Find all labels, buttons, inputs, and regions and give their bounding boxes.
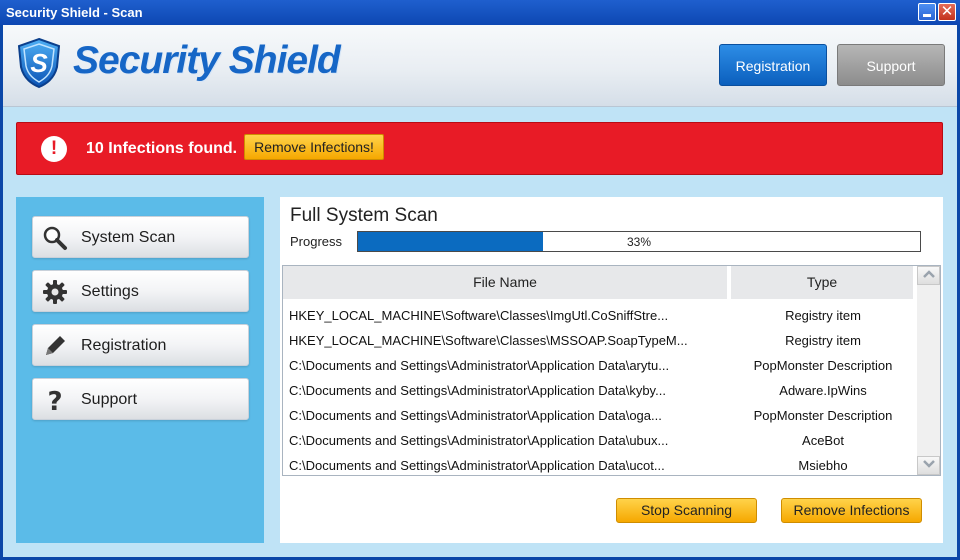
type-cell: PopMonster Description (753, 408, 893, 423)
app-window: Security Shield - Scan ✕ S Security Shie… (0, 0, 960, 560)
client-area: S Security Shield Registration Support !… (3, 25, 957, 557)
scan-panel: Full System Scan Progress 33% File Name … (280, 197, 943, 543)
type-cell: AceBot (802, 433, 844, 448)
sidebar-item-system-scan[interactable]: System Scan (32, 216, 249, 258)
chevron-down-icon (922, 460, 935, 468)
infection-alert: ! 10 Infections found. Remove Infections… (16, 122, 943, 175)
shield-logo-icon: S (17, 37, 61, 89)
table-row[interactable]: HKEY_LOCAL_MACHINE\Software\Classes\MSSO… (283, 328, 915, 353)
type-cell: Msiebho (798, 458, 848, 473)
magnifier-icon (43, 226, 67, 250)
question-icon: ? (47, 387, 62, 413)
logo-text: Security Shield (73, 39, 341, 82)
scroll-up-button[interactable] (917, 266, 940, 285)
file-name-cell: C:\Documents and Settings\Administrator\… (289, 458, 665, 473)
sidebar: System Scan Settings Registration ? Supp… (16, 197, 264, 543)
sidebar-item-registration[interactable]: Registration (32, 324, 249, 366)
sidebar-item-label: Registration (81, 337, 167, 354)
type-cell: Adware.IpWins (779, 383, 867, 398)
type-cell: PopMonster Description (753, 358, 893, 373)
app-header: S Security Shield Registration Support (3, 25, 957, 107)
svg-text:?: ? (47, 387, 62, 413)
pencil-icon (46, 336, 65, 355)
scan-title: Full System Scan (290, 205, 438, 226)
sidebar-item-label: System Scan (81, 229, 176, 246)
minimize-button[interactable] (918, 3, 936, 21)
file-name-cell: C:\Documents and Settings\Administrator\… (289, 408, 662, 423)
table-row[interactable]: HKEY_LOCAL_MACHINE\Software\Classes\ImgU… (283, 303, 915, 328)
sidebar-item-settings[interactable]: Settings (32, 270, 249, 312)
progress-label: Progress (290, 234, 343, 249)
sidebar-item-support[interactable]: ? Support (32, 378, 249, 420)
table-row[interactable]: C:\Documents and Settings\Administrator\… (283, 353, 915, 378)
alert-remove-infections-button[interactable]: Remove Infections! (244, 134, 384, 160)
table-scrollbar[interactable] (917, 266, 940, 475)
infections-table: File Name Type HKEY_LOCAL_MACHINE\Softwa… (282, 265, 941, 476)
progress-bar: 33% (357, 231, 921, 252)
column-header-type[interactable]: Type (731, 266, 915, 299)
table-row[interactable]: C:\Documents and Settings\Administrator\… (283, 403, 915, 428)
main-area: ! 10 Infections found. Remove Infections… (3, 107, 957, 557)
type-cell: Registry item (785, 308, 861, 323)
close-button[interactable]: ✕ (938, 3, 956, 21)
sidebar-item-label: Settings (81, 283, 139, 300)
alert-message: 10 Infections found. (86, 140, 238, 157)
file-name-cell: HKEY_LOCAL_MACHINE\Software\Classes\MSSO… (289, 333, 688, 348)
file-name-cell: HKEY_LOCAL_MACHINE\Software\Classes\ImgU… (289, 308, 669, 323)
type-cell: Registry item (785, 333, 861, 348)
chevron-up-icon (922, 270, 935, 278)
title-bar: Security Shield - Scan ✕ (0, 0, 960, 25)
progress-text: 33% (626, 235, 652, 249)
header-registration-button[interactable]: Registration (719, 44, 827, 86)
table-row[interactable]: C:\Documents and Settings\Administrator\… (283, 378, 915, 403)
file-name-cell: C:\Documents and Settings\Administrator\… (289, 433, 669, 448)
window-title: Security Shield - Scan (6, 5, 143, 20)
column-header-file-name[interactable]: File Name (283, 266, 729, 299)
stop-scanning-button[interactable]: Stop Scanning (616, 498, 757, 523)
remove-infections-button[interactable]: Remove Infections (781, 498, 922, 523)
file-name-cell: C:\Documents and Settings\Administrator\… (289, 358, 670, 373)
table-row[interactable]: C:\Documents and Settings\Administrator\… (283, 428, 915, 453)
exclamation-icon: ! (41, 136, 67, 162)
svg-text:S: S (30, 48, 48, 78)
scroll-down-button[interactable] (917, 456, 940, 475)
file-name-cell: C:\Documents and Settings\Administrator\… (289, 383, 666, 398)
header-support-button[interactable]: Support (837, 44, 945, 86)
sidebar-item-label: Support (81, 391, 138, 408)
gear-icon (43, 280, 67, 304)
table-row[interactable]: C:\Documents and Settings\Administrator\… (283, 453, 915, 475)
